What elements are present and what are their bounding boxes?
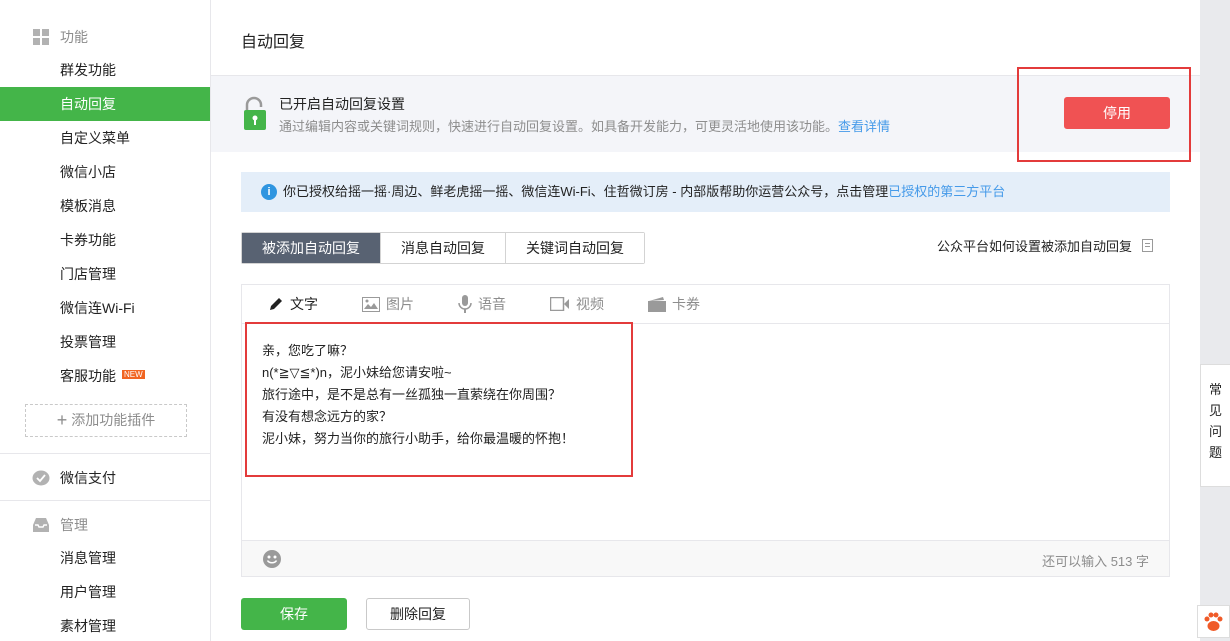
status-description: 通过编辑内容或关键词规则，快速进行自动回复设置。如具备开发能力，可更灵活地使用该… [279,116,890,135]
editor-footer: 还可以输入 513 字 [242,540,1169,576]
grid-icon [33,29,49,45]
sidebar-section-label: 微信支付 [60,470,116,486]
toolbar-text-button[interactable]: 文字 [268,294,318,314]
sidebar-item-message-management[interactable]: 消息管理 [0,541,210,575]
view-details-link[interactable]: 查看详情 [838,119,890,134]
sidebar-item-user-management[interactable]: 用户管理 [0,575,210,609]
toolbar-label: 文字 [290,296,318,312]
faq-tab[interactable]: 常 见 问 题 [1200,364,1230,487]
wechat-pay-icon [32,470,50,486]
sidebar-item-wifi[interactable]: 微信连Wi-Fi [0,291,210,325]
sidebar-item-custom-menu[interactable]: 自定义菜单 [0,121,210,155]
third-party-link[interactable]: 已授权的第三方平台 [888,184,1005,199]
paw-button[interactable] [1197,605,1230,638]
sidebar-section-features: 功能 [32,27,88,47]
toolbar-video-button[interactable]: 视频 [550,294,604,314]
tab-keyword-reply[interactable]: 关键词自动回复 [506,233,644,263]
toolbar-label: 视频 [576,296,604,312]
right-gutter [1200,0,1230,641]
toolbar-label: 语音 [478,296,506,312]
sidebar-item-wechat-store[interactable]: 微信小店 [0,155,210,189]
char-count: 还可以输入 513 字 [1042,554,1149,569]
faq-char: 题 [1208,445,1222,460]
faq-char: 常 [1208,382,1222,397]
help-link[interactable]: 公众平台如何设置被添加自动回复 [937,236,1154,255]
new-badge: NEW [122,370,145,379]
add-plugin-button[interactable]: + 添加功能插件 [25,404,187,437]
unlock-icon [244,96,266,130]
sidebar-divider [0,453,210,454]
reply-type-tabs: 被添加自动回复 消息自动回复 关键词自动回复 [241,232,645,264]
authorization-notice: i 你已授权给摇一摇·周边、鲜老虎摇一摇、微信连Wi-Fi、住哲微订房 - 内部… [241,172,1170,212]
sidebar-divider [0,500,210,501]
image-icon [362,296,380,312]
inbox-icon [33,518,49,532]
sidebar-item-customer-service[interactable]: 客服功能 NEW [0,359,210,393]
video-icon [550,297,569,311]
status-title: 已开启自动回复设置 [279,96,405,112]
sidebar-section-label: 管理 [60,517,88,533]
delete-reply-button[interactable]: 删除回复 [366,598,470,630]
info-icon: i [261,184,277,200]
document-icon [1142,239,1154,252]
sidebar-item-material-management[interactable]: 素材管理 [0,609,210,641]
tab-message-reply[interactable]: 消息自动回复 [381,233,506,263]
pencil-icon [270,298,282,310]
sidebar-item-template-message[interactable]: 模板消息 [0,189,210,223]
highlight-box-disable [1017,67,1191,162]
toolbar-label: 卡券 [672,296,700,312]
paw-icon [1204,612,1223,631]
editor-toolbar: 文字 图片 语音 视频 卡券 [242,285,1169,324]
card-icon [648,296,666,312]
notice-text: 你已授权给摇一摇·周边、鲜老虎摇一摇、微信连Wi-Fi、住哲微订房 - 内部版帮… [283,184,889,199]
sidebar-section-management: 管理 [32,515,88,535]
sidebar-item-mass-send[interactable]: 群发功能 [0,53,210,87]
sidebar-item-store-management[interactable]: 门店管理 [0,257,210,291]
sidebar-section-label: 功能 [60,29,88,45]
microphone-icon [458,295,472,313]
faq-char: 问 [1208,424,1222,439]
highlight-box-content [245,322,633,477]
toolbar-label: 图片 [386,296,414,312]
save-button[interactable]: 保存 [241,598,347,630]
tab-added-reply[interactable]: 被添加自动回复 [242,233,381,263]
sidebar-item-label: 客服功能 [60,368,116,384]
emoji-icon[interactable] [262,549,282,569]
plus-icon: + [56,410,68,430]
toolbar-image-button[interactable]: 图片 [362,294,414,314]
status-description-text: 通过编辑内容或关键词规则，快速进行自动回复设置。如具备开发能力，可更灵活地使用该… [279,119,839,134]
toolbar-voice-button[interactable]: 语音 [458,294,506,314]
sidebar-item-card-coupon[interactable]: 卡券功能 [0,223,210,257]
toolbar-card-button[interactable]: 卡券 [648,294,700,314]
faq-char: 见 [1208,403,1222,418]
sidebar-item-wechat-pay[interactable]: 微信支付 [32,468,116,488]
sidebar-item-auto-reply[interactable]: 自动回复 [0,87,210,121]
sidebar-item-vote-management[interactable]: 投票管理 [0,325,210,359]
add-plugin-label: 添加功能插件 [71,412,156,428]
sidebar: 功能 群发功能 自动回复 自定义菜单 微信小店 模板消息 卡券功能 门店管理 微… [0,0,211,641]
page-title: 自动回复 [241,34,306,51]
help-link-text: 公众平台如何设置被添加自动回复 [937,239,1133,254]
